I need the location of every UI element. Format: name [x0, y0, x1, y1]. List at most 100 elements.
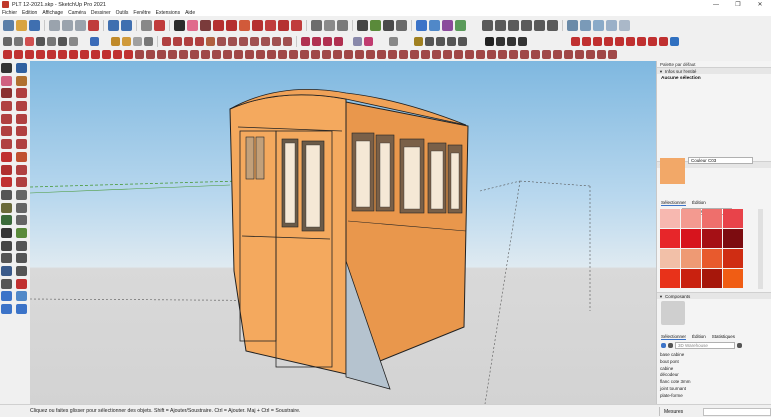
color-swatch[interactable] [660, 209, 680, 228]
tool-icon[interactable] [272, 36, 281, 46]
erase-selection-icon[interactable] [88, 19, 99, 31]
tool-icon[interactable] [111, 36, 120, 46]
orbit-icon[interactable] [357, 19, 368, 31]
menu-dessiner[interactable]: Dessiner [91, 10, 111, 16]
tool-icon[interactable] [195, 36, 204, 46]
tab-edit[interactable]: Édition [692, 200, 706, 205]
rectangle-icon[interactable] [226, 19, 237, 31]
menu-extensions[interactable]: Extensions [156, 10, 180, 16]
copy-icon[interactable] [62, 19, 73, 31]
list-item[interactable]: base cabine [660, 352, 691, 359]
tool-icon[interactable] [69, 36, 78, 46]
tool-icon[interactable] [102, 50, 111, 59]
list-item[interactable]: plate-forme [660, 393, 691, 400]
tool-icon[interactable] [58, 36, 67, 46]
tool-icon[interactable] [135, 50, 144, 59]
arc-3pt-icon[interactable] [1, 139, 12, 150]
measurements-input[interactable] [703, 407, 771, 416]
scale-icon[interactable] [1, 177, 12, 188]
views-front-icon[interactable] [508, 19, 519, 31]
scale-icon[interactable] [291, 19, 302, 31]
zoom-extents-icon[interactable] [396, 19, 407, 31]
arc-icon[interactable] [1, 126, 12, 137]
tool-icon[interactable] [14, 36, 23, 46]
tool-icon[interactable] [485, 36, 494, 46]
tool-icon[interactable] [454, 50, 463, 59]
tool-icon[interactable] [190, 50, 199, 59]
xray-icon[interactable] [567, 19, 578, 31]
tool-icon[interactable] [432, 50, 441, 59]
axes-icon[interactable] [1, 215, 12, 226]
rotate-icon[interactable] [1, 164, 12, 175]
tool-icon[interactable] [366, 50, 375, 59]
tool-icon[interactable] [69, 50, 78, 59]
menu-fichier[interactable]: Fichier [2, 10, 17, 16]
make-component-icon[interactable] [16, 63, 27, 73]
tab-statistics[interactable]: Statistiques [712, 334, 735, 339]
tool-icon[interactable] [648, 36, 657, 46]
tool-icon[interactable] [604, 36, 613, 46]
list-item[interactable]: joint tournant [660, 386, 691, 393]
walk-icon[interactable] [16, 266, 27, 276]
tool-icon[interactable] [58, 50, 67, 59]
color-swatch[interactable] [660, 249, 680, 268]
tool-icon[interactable] [447, 36, 456, 46]
offset-icon[interactable] [16, 177, 27, 188]
tool-icon[interactable] [47, 50, 56, 59]
tool-icon[interactable] [212, 50, 221, 59]
tool-icon[interactable] [80, 50, 89, 59]
tool-icon[interactable] [228, 36, 237, 46]
save-icon[interactable] [29, 19, 40, 31]
views-back-icon[interactable] [534, 19, 545, 31]
push-pull-icon[interactable] [16, 151, 27, 162]
zoom-window-icon[interactable] [16, 240, 27, 251]
color-swatch[interactable] [723, 249, 743, 268]
tool-icon[interactable] [364, 36, 373, 46]
color-swatch[interactable] [702, 269, 722, 288]
shaded-textures-icon[interactable] [619, 19, 630, 31]
tool-icon[interactable] [162, 36, 171, 46]
tool-icon[interactable] [586, 50, 595, 59]
views-iso-icon[interactable] [482, 19, 493, 31]
move-icon[interactable] [1, 151, 12, 162]
freehand-icon[interactable] [16, 88, 27, 99]
eraser-icon[interactable] [1, 75, 12, 86]
line-icon[interactable] [1, 88, 12, 99]
color-swatch[interactable] [681, 249, 701, 268]
print-icon[interactable] [141, 19, 152, 31]
tool-icon[interactable] [465, 50, 474, 59]
tool-icon[interactable] [217, 36, 226, 46]
redo-icon[interactable] [121, 19, 132, 31]
tool-icon[interactable] [564, 50, 573, 59]
tool-icon[interactable] [377, 50, 386, 59]
shaded-icon[interactable] [606, 19, 617, 31]
tool-icon[interactable] [173, 36, 182, 46]
tool-icon[interactable] [436, 36, 445, 46]
tool-icon[interactable] [582, 36, 591, 46]
warehouse-icon[interactable] [1, 291, 12, 302]
color-swatch[interactable] [723, 269, 743, 288]
pie-icon[interactable] [16, 139, 27, 150]
tool-icon[interactable] [637, 36, 646, 46]
home-icon[interactable] [668, 343, 673, 348]
tool-icon[interactable] [124, 50, 133, 59]
components-header[interactable]: ▼ Composants [657, 292, 771, 299]
minimize-button[interactable]: — [705, 0, 727, 9]
tool-icon[interactable] [122, 36, 131, 46]
color-swatch[interactable] [723, 229, 743, 248]
zoom-icon[interactable] [383, 19, 394, 31]
tool-icon[interactable] [355, 50, 364, 59]
tool-icon[interactable] [250, 36, 259, 46]
tool-icon[interactable] [256, 50, 265, 59]
tool-icon[interactable] [333, 50, 342, 59]
tool-icon[interactable] [498, 50, 507, 59]
extension-warehouse-icon[interactable] [16, 291, 27, 302]
line-icon[interactable] [200, 19, 211, 31]
menu-affichage[interactable]: Affichage [42, 10, 63, 16]
orbit-icon[interactable] [1, 227, 12, 238]
tool-icon[interactable] [14, 50, 23, 59]
tool-icon[interactable] [144, 36, 153, 46]
tool-icon[interactable] [133, 36, 142, 46]
text-icon[interactable] [324, 19, 335, 31]
color-swatch[interactable] [723, 209, 743, 228]
